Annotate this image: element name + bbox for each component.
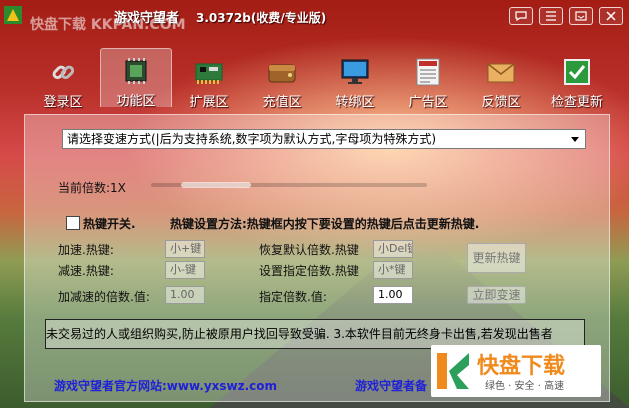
speed-mode-select-value: 请选择变速方式(|后为支持系统,数字项为默认方式,字母项为特殊方式) [67, 132, 437, 146]
speed-mode-select[interactable]: 请选择变速方式(|后为支持系统,数字项为默认方式,字母项为特殊方式) [62, 129, 586, 149]
tab-rebind-label: 转绑区 [335, 95, 375, 110]
watermark-logo-icon [437, 353, 469, 389]
tab-feedback-label: 反馈区 [481, 95, 521, 110]
tab-login-label: 登录区 [43, 95, 83, 110]
download-site-watermark: 快盘下载 绿色 · 安全 · 高速 [431, 345, 601, 397]
notice-ticker-text: 未交易过的人或组织购买,防止被原用户找回导致受骗. 3.本软件目前无终身卡出售,… [46, 327, 553, 341]
overlay-site-watermark: 快盘下载 KKPAN.COM [30, 17, 186, 33]
chain-link-icon [52, 65, 75, 80]
check-box-icon [564, 59, 590, 85]
close-icon [606, 11, 616, 21]
tab-extensions-label: 扩展区 [189, 95, 229, 110]
app-logo-icon [4, 6, 22, 24]
target-multiplier-input[interactable]: 1.00 [373, 286, 413, 304]
current-multiplier-label: 当前倍数:1X [58, 181, 126, 195]
tab-functions[interactable]: 功能区 [100, 48, 172, 109]
hotkey-help-text: 热键设置方法:热键框内按下要设置的热键后点击更新热键. [170, 217, 480, 231]
speed-up-hotkey-input[interactable]: 小+键 [165, 240, 205, 258]
mail-icon [487, 63, 515, 83]
monitor-icon [341, 59, 369, 84]
hotkey-switch-label: 热键开关. [83, 217, 136, 231]
circuit-board-icon [195, 63, 223, 84]
wallet-icon [268, 64, 296, 83]
set-multiplier-hotkey-input[interactable]: 小*键 [373, 261, 413, 279]
tab-login[interactable]: 登录区 [28, 50, 98, 110]
slow-down-hotkey-input[interactable]: 小-键 [165, 261, 205, 279]
close-button[interactable] [599, 7, 623, 25]
restore-default-label: 恢复默认倍数.热键 [259, 243, 359, 257]
title-bar[interactable]: 游戏守望者 3.0372b(收费/专业版) 快盘下载 KKPAN.COM [0, 0, 629, 33]
accel-step-label: 加减速的倍数.值: [58, 290, 150, 304]
tab-recharge[interactable]: 充值区 [247, 50, 317, 110]
apply-speed-button[interactable]: 立即变速 [467, 286, 526, 304]
tab-feedback[interactable]: 反馈区 [466, 50, 536, 110]
watermark-brand: 快盘下载 [477, 354, 566, 379]
hotkey-switch-checkbox[interactable] [66, 216, 80, 230]
tab-extensions[interactable]: 扩展区 [174, 50, 244, 110]
slider-thumb[interactable] [181, 182, 251, 188]
minimize-icon [575, 11, 587, 21]
news-icon [416, 58, 440, 86]
watermark-tagline: 绿色 · 安全 · 高速 [485, 381, 565, 392]
minimize-button[interactable] [569, 7, 593, 25]
skin-icon [515, 11, 527, 21]
update-hotkey-button[interactable]: 更新热键 [467, 243, 526, 273]
accel-step-input[interactable]: 1.00 [165, 286, 205, 304]
speed-slider[interactable] [151, 179, 427, 191]
restore-default-hotkey-input[interactable]: 小Del键 [373, 240, 413, 258]
tab-recharge-label: 充值区 [262, 95, 302, 110]
chevron-down-icon [571, 137, 579, 142]
tab-functions-label: 功能区 [116, 94, 156, 109]
tab-rebind[interactable]: 转绑区 [320, 50, 390, 110]
menu-button[interactable] [539, 7, 563, 25]
menu-icon [546, 11, 556, 21]
slow-down-label: 减速.热键: [58, 264, 114, 278]
window-version: 3.0372b(收费/专业版) [196, 11, 327, 25]
tab-check-update[interactable]: 检查更新 [537, 50, 617, 110]
skin-button[interactable] [509, 7, 533, 25]
chip-icon [125, 58, 147, 84]
speed-up-label: 加速.热键: [58, 243, 114, 257]
tab-check-update-label: 检查更新 [550, 95, 603, 110]
tab-ads[interactable]: 广告区 [393, 50, 463, 110]
main-toolbar: 登录区 功能区 扩展区 充值区 转绑区 广告区 反馈区 检查更新 [28, 48, 618, 110]
target-multiplier-label: 指定倍数.值: [259, 290, 327, 304]
tab-ads-label: 广告区 [408, 95, 448, 110]
set-multiplier-hotkey-label: 设置指定倍数.热键 [259, 264, 359, 278]
official-site-link[interactable]: 游戏守望者官方网站:www.yxswz.com [54, 377, 277, 394]
footer-right-link[interactable]: 游戏守望者备 [355, 377, 427, 394]
